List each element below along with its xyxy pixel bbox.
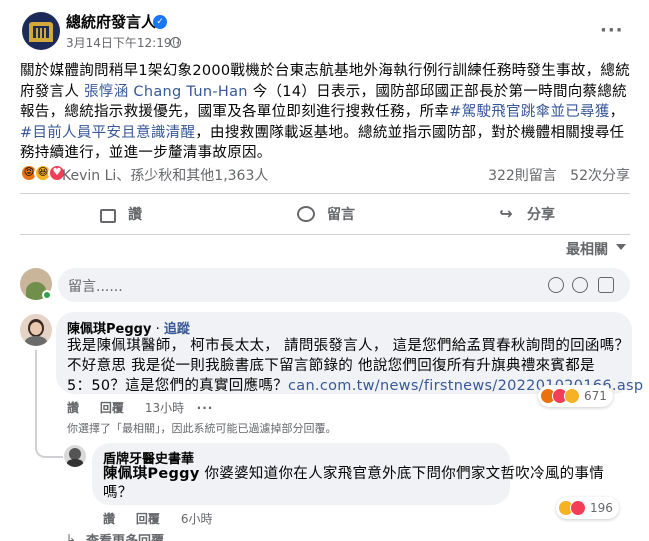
comment-input[interactable] bbox=[58, 268, 630, 302]
post-timestamp[interactable]: 3月14日下午12:19 · bbox=[66, 35, 179, 51]
hashtag-pilot-found[interactable]: #駕駛飛官跳傘並已尋獲 bbox=[449, 104, 609, 120]
comments-count[interactable]: 322則留言 bbox=[488, 168, 557, 184]
reaction-names[interactable]: Kevin Li、孫少秋和其他1,363人 bbox=[62, 165, 268, 185]
thumbs-up-icon bbox=[100, 208, 116, 223]
post-body: 關於媒體詢問稍早1架幻象2000戰機於台東志航基地外海執行例行訓練任務時發生事故… bbox=[20, 63, 631, 161]
comment-input-placeholder[interactable]: 留言...... bbox=[68, 276, 123, 296]
hashtag-personnel-safe[interactable]: #目前人員平安且意識清醒 bbox=[20, 125, 195, 141]
filter-note: 你選擇了「最相關」，因此系統可能已過濾掉部分回覆。 bbox=[67, 422, 337, 435]
comment-text: 不好意思 我是從一則我臉書底下留言節錄的 他說您們回復所有升旗典禮來賓都是 bbox=[67, 358, 595, 374]
share-button[interactable]: ↪ 分享 bbox=[497, 204, 555, 224]
reply-text: 嗎？ bbox=[103, 485, 133, 501]
verified-badge-icon: ✓ bbox=[153, 15, 167, 29]
commenter-avatar[interactable] bbox=[20, 314, 52, 346]
emoji-icon[interactable] bbox=[548, 277, 564, 293]
reply-text: 陳佩琪Peggy 你婆婆知道你在人家飛官意外底下問你們家文哲吹冷風的事情 bbox=[103, 466, 605, 482]
more-replies-link[interactable]: 查看更多回覆 bbox=[86, 530, 164, 541]
online-status-icon bbox=[42, 290, 52, 300]
comment-options-icon[interactable]: ··· bbox=[197, 401, 214, 415]
follow-link[interactable]: 追蹤 bbox=[164, 322, 190, 337]
reply-reply-button[interactable]: 回覆 bbox=[136, 512, 160, 526]
comment-like-button[interactable]: 讚 bbox=[67, 401, 79, 415]
reply-time[interactable]: 6小時 bbox=[181, 512, 213, 526]
chevron-down-icon[interactable] bbox=[616, 244, 626, 250]
reply-arrow-icon: ↳ bbox=[66, 532, 77, 541]
spokesperson-link[interactable]: 張惇涵 Chang Tun-Han bbox=[84, 84, 248, 100]
share-icon: ↪ bbox=[499, 204, 513, 223]
thread-connector bbox=[35, 446, 63, 458]
comment-actions: 讚 回覆 13小時 ··· bbox=[67, 399, 213, 416]
divider bbox=[20, 234, 630, 235]
like-button[interactable]: 讚 bbox=[100, 204, 142, 224]
globe-icon bbox=[170, 37, 181, 48]
reply-reactions[interactable]: 196 bbox=[556, 497, 619, 519]
reactions-summary[interactable]: 😡 😆 ♥ Kevin Li、孫少秋和其他1,363人 322則留言 52次分享 bbox=[20, 164, 630, 184]
haha-reaction-icon bbox=[564, 388, 580, 404]
reply-like-button[interactable]: 讚 bbox=[103, 512, 115, 526]
comment-share-counts[interactable]: 322則留言 52次分享 bbox=[488, 165, 630, 185]
reply-author-avatar[interactable] bbox=[64, 445, 86, 467]
page-avatar[interactable] bbox=[22, 12, 60, 50]
camera-icon[interactable] bbox=[572, 277, 588, 293]
comment-sort-dropdown[interactable]: 最相關 bbox=[566, 239, 608, 259]
more-options-icon[interactable]: ··· bbox=[600, 20, 624, 41]
comment-author[interactable]: 陳佩琪Peggy · 追蹤 bbox=[67, 318, 190, 337]
reply-actions: 讚 回覆 6小時 bbox=[103, 510, 212, 527]
comment-icon bbox=[297, 206, 315, 222]
sticker-icon[interactable] bbox=[598, 277, 614, 293]
page-name[interactable]: 總統府發言人 bbox=[66, 12, 156, 32]
thread-line bbox=[35, 350, 37, 446]
love-reaction-icon bbox=[570, 500, 586, 516]
comment-time[interactable]: 13小時 bbox=[145, 401, 184, 415]
mention-link[interactable]: 陳佩琪Peggy bbox=[103, 466, 200, 482]
comment-text: 我是陳佩琪醫師， 柯市長太太， 請問張發言人， 這是您們給孟買春秋詢問的回函嗎？ bbox=[67, 338, 630, 354]
divider bbox=[20, 193, 630, 194]
shares-count[interactable]: 52次分享 bbox=[570, 168, 630, 184]
comment-reply-button[interactable]: 回覆 bbox=[100, 401, 124, 415]
comment-reactions[interactable]: 671 bbox=[538, 385, 613, 407]
comment-button[interactable]: 留言 bbox=[297, 204, 355, 224]
